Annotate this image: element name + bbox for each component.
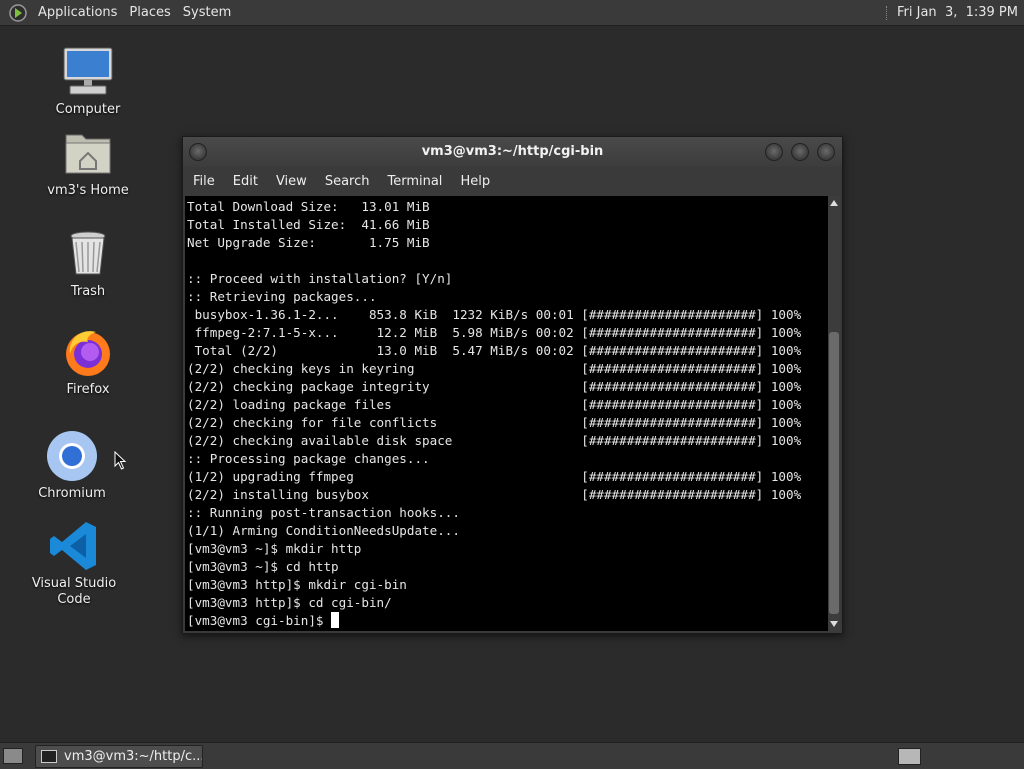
mouse-pointer-icon bbox=[114, 451, 127, 470]
terminal-line: :: Processing package changes... bbox=[187, 451, 430, 466]
taskbar-terminal-button[interactable]: vm3@vm3:~/http/c... bbox=[35, 745, 203, 768]
desktop-icon-firefox[interactable]: Firefox bbox=[33, 324, 143, 398]
firefox-icon bbox=[66, 331, 110, 376]
system-menu[interactable]: System bbox=[177, 0, 237, 25]
terminal-line: Total (2/2) 13.0 MiB 5.47 MiB/s 00:02 [#… bbox=[187, 343, 802, 358]
terminal-line: :: Retrieving packages... bbox=[187, 289, 377, 304]
close-button[interactable] bbox=[817, 143, 835, 161]
desktop-icon-label: Visual Studio Code bbox=[31, 576, 117, 607]
computer-icon bbox=[63, 47, 113, 95]
minimize-button[interactable] bbox=[765, 143, 783, 161]
bottom-panel: vm3@vm3:~/http/c... bbox=[0, 742, 1024, 769]
terminal-window[interactable]: vm3@vm3:~/http/cgi-bin File Edit View Se… bbox=[182, 136, 843, 634]
workspace-switcher[interactable] bbox=[898, 748, 921, 765]
terminal-line: (2/2) loading package files [###########… bbox=[187, 397, 802, 412]
places-menu[interactable]: Places bbox=[123, 0, 176, 25]
desktop-icon-label: Trash bbox=[70, 284, 106, 299]
window-menu-button[interactable] bbox=[189, 143, 207, 161]
terminal-line: (2/2) checking available disk space [###… bbox=[187, 433, 802, 448]
desktop-icon-label: Chromium bbox=[38, 486, 106, 501]
terminal-titlebar[interactable]: vm3@vm3:~/http/cgi-bin bbox=[183, 137, 842, 167]
desktop-icon-home[interactable]: vm3's Home bbox=[33, 125, 143, 199]
distro-logo-icon[interactable] bbox=[8, 3, 28, 23]
terminal-line: busybox-1.36.1-2... 853.8 KiB 1232 KiB/s… bbox=[187, 307, 802, 322]
desktop-icon-chromium[interactable]: Chromium bbox=[17, 428, 127, 502]
maximize-button[interactable] bbox=[791, 143, 809, 161]
menu-file[interactable]: File bbox=[183, 174, 223, 189]
terminal-icon bbox=[41, 750, 57, 763]
terminal-line: (2/2) checking package integrity [######… bbox=[187, 379, 802, 394]
terminal-line: (2/2) installing busybox [##############… bbox=[187, 487, 802, 502]
menu-view[interactable]: View bbox=[266, 174, 315, 189]
terminal-line: [vm3@vm3 ~]$ mkdir http bbox=[187, 541, 362, 556]
trash-icon bbox=[70, 231, 106, 275]
desktop-icon-vscode[interactable]: Visual Studio Code bbox=[19, 518, 129, 608]
scrollbar-thumb[interactable] bbox=[829, 332, 839, 614]
home-folder-icon bbox=[65, 134, 111, 174]
menu-edit[interactable]: Edit bbox=[223, 174, 266, 189]
panel-separator bbox=[886, 5, 889, 20]
terminal-line: Total Installed Size: 41.66 MiB bbox=[187, 217, 430, 232]
desktop-icon-computer[interactable]: Computer bbox=[33, 44, 143, 118]
scroll-down-arrow-icon[interactable] bbox=[830, 621, 838, 627]
terminal-text: Total Download Size: 13.01 MiB Total Ins… bbox=[185, 196, 828, 630]
top-panel: Applications Places System Fri Jan 3, 1:… bbox=[0, 0, 1024, 26]
terminal-line: (1/1) Arming ConditionNeedsUpdate... bbox=[187, 523, 460, 538]
desktop-icon-label: Firefox bbox=[66, 382, 110, 397]
terminal-line: ffmpeg-2:7.1-5-x... 12.2 MiB 5.98 MiB/s … bbox=[187, 325, 802, 340]
vscode-icon bbox=[50, 522, 96, 570]
terminal-cursor bbox=[331, 612, 340, 628]
terminal-line: :: Running post-transaction hooks... bbox=[187, 505, 460, 520]
taskbar-label: vm3@vm3:~/http/c... bbox=[64, 749, 203, 764]
desktop-icon-trash[interactable]: Trash bbox=[33, 226, 143, 300]
terminal-line: [vm3@vm3 http]$ cd cgi-bin/ bbox=[187, 595, 392, 610]
terminal-line: (1/2) upgrading ffmpeg [################… bbox=[187, 469, 802, 484]
menu-search[interactable]: Search bbox=[315, 174, 378, 189]
terminal-line: Total Download Size: 13.01 MiB bbox=[187, 199, 430, 214]
desktop-icon-label: vm3's Home bbox=[47, 183, 129, 198]
terminal-line: (2/2) checking keys in keyring [########… bbox=[187, 361, 802, 376]
clock[interactable]: Fri Jan 3, 1:39 PM bbox=[897, 5, 1018, 20]
terminal-line: [vm3@vm3 ~]$ cd http bbox=[187, 559, 339, 574]
applications-menu[interactable]: Applications bbox=[32, 0, 123, 25]
terminal-line: :: Proceed with installation? [Y/n] bbox=[187, 271, 453, 286]
desktop-icon-label: Computer bbox=[55, 102, 121, 117]
terminal-line: (2/2) checking for file conflicts [#####… bbox=[187, 415, 802, 430]
terminal-scrollbar[interactable] bbox=[828, 196, 840, 631]
terminal-prompt: [vm3@vm3 cgi-bin]$ bbox=[187, 613, 332, 628]
chromium-icon bbox=[47, 431, 97, 481]
menu-help[interactable]: Help bbox=[450, 174, 498, 189]
terminal-line: Net Upgrade Size: 1.75 MiB bbox=[187, 235, 430, 250]
terminal-output[interactable]: Total Download Size: 13.01 MiB Total Ins… bbox=[185, 196, 828, 631]
window-title: vm3@vm3:~/http/cgi-bin bbox=[421, 144, 604, 159]
terminal-menubar: File Edit View Search Terminal Help bbox=[183, 167, 842, 195]
menu-terminal[interactable]: Terminal bbox=[377, 174, 450, 189]
scroll-up-arrow-icon[interactable] bbox=[830, 200, 838, 206]
terminal-line: [vm3@vm3 http]$ mkdir cgi-bin bbox=[187, 577, 407, 592]
show-desktop-icon[interactable] bbox=[3, 748, 23, 764]
